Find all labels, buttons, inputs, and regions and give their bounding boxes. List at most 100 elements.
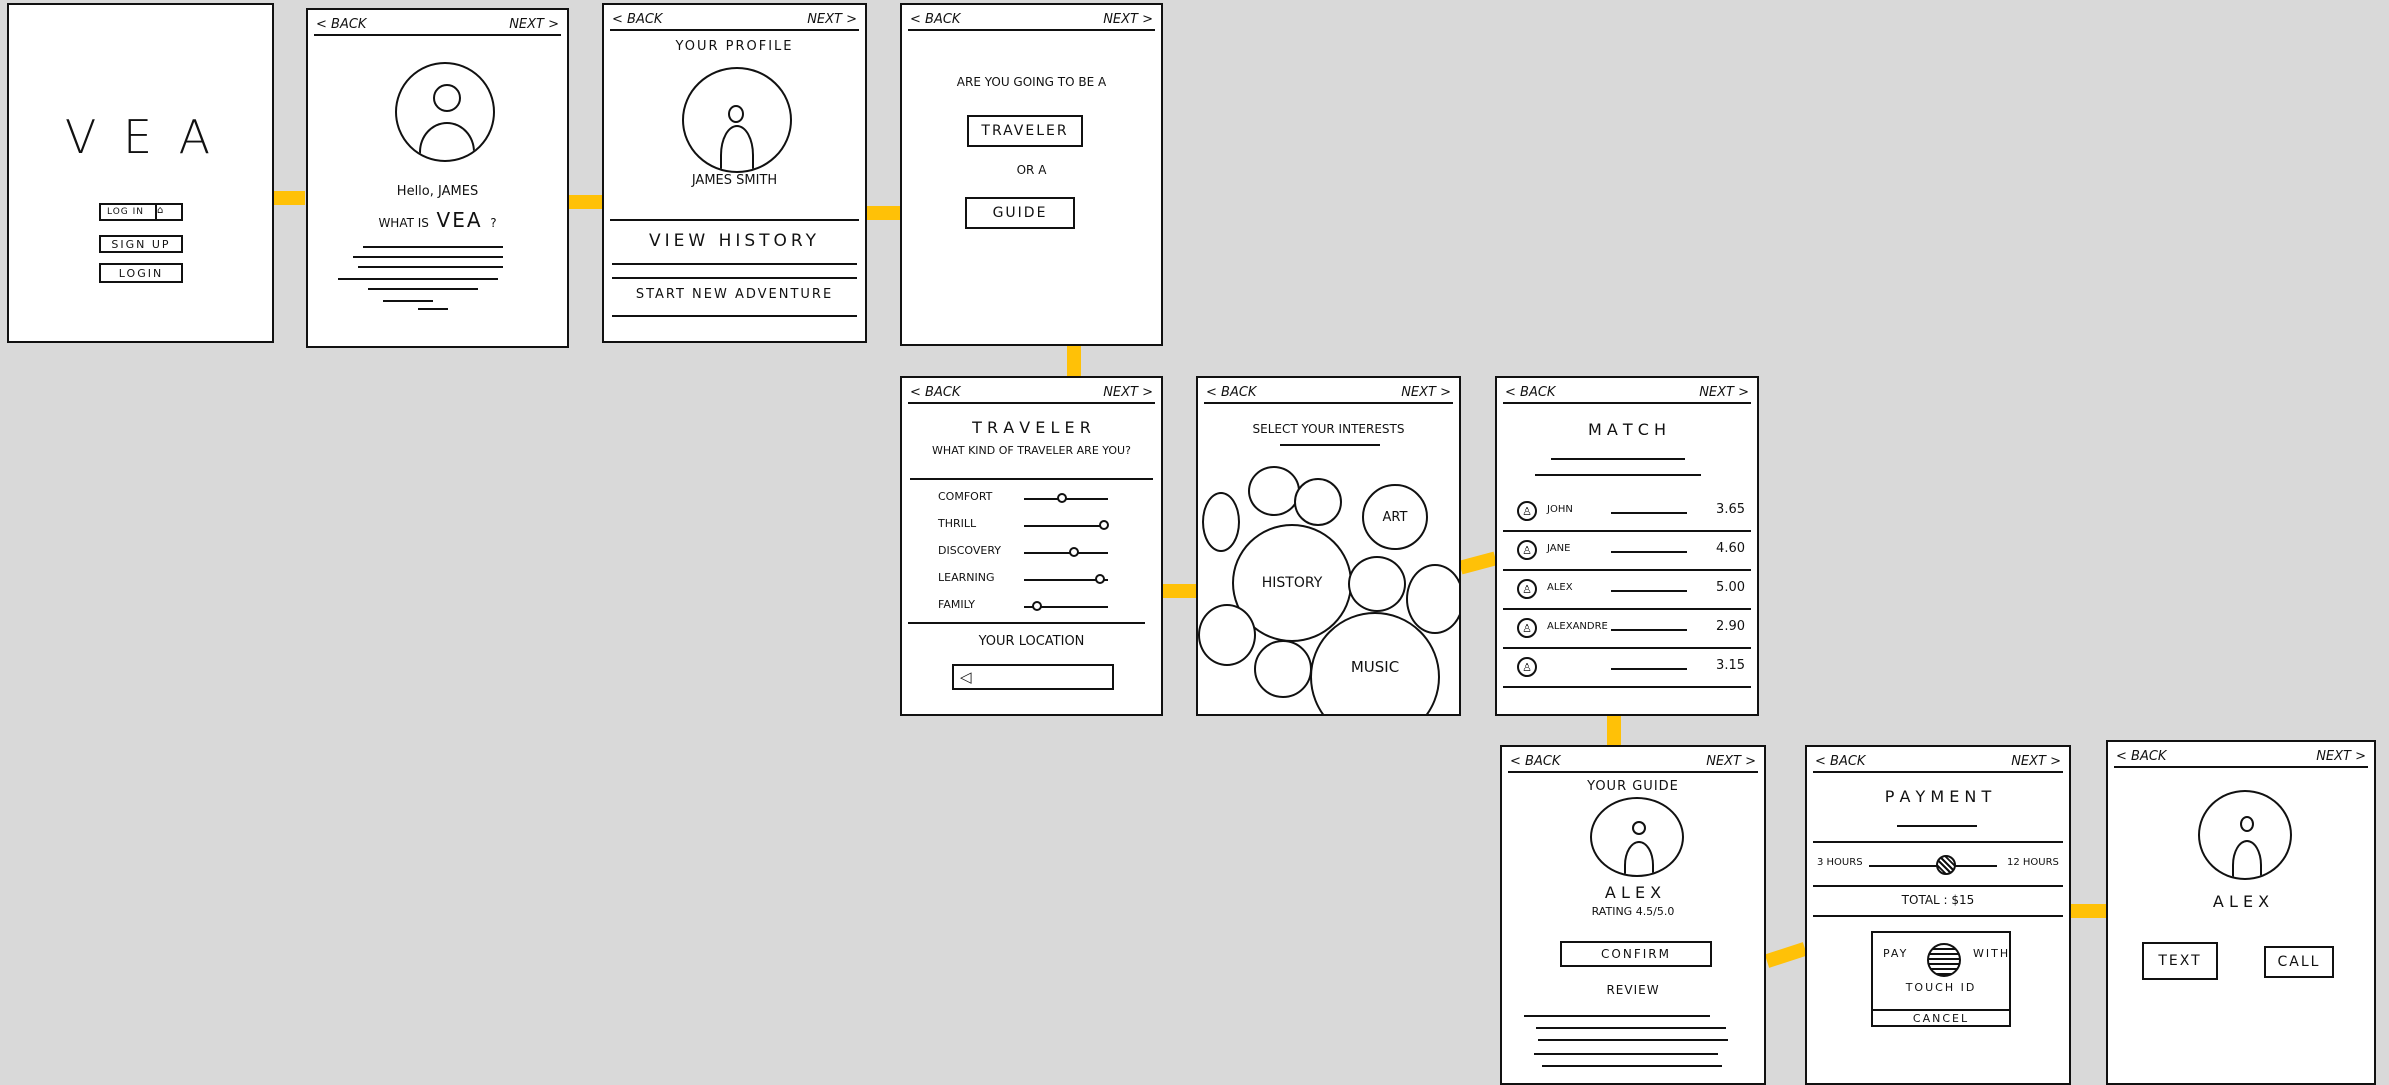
guide-button[interactable]: GUIDE (965, 197, 1075, 229)
match-name: JOHN (1547, 504, 1573, 515)
next-link[interactable]: NEXT > (1704, 754, 1758, 769)
person-icon: ♙ (1517, 618, 1537, 638)
guide-name: A L E X (1604, 883, 1662, 902)
slider-knob[interactable] (1098, 520, 1109, 530)
screen-payment: < BACK NEXT > P A Y M E N T 3 HOURS 12 H… (1805, 745, 2071, 1085)
what-is-question: WHAT IS VEA ? (378, 208, 497, 232)
fingerprint-icon[interactable] (1927, 943, 1961, 977)
text-scribble (363, 246, 503, 248)
traveler-subtitle: WHAT KIND OF TRAVELER ARE YOU? (932, 444, 1131, 457)
person-icon: ♙ (1517, 540, 1537, 560)
interest-bubble[interactable] (1348, 556, 1406, 612)
preference-slider[interactable] (1024, 525, 1108, 527)
login-small-button[interactable]: LOG IN ⌂ (99, 203, 183, 221)
nav-bar: < BACK NEXT > (1813, 751, 2063, 773)
flow-connector (568, 195, 602, 209)
next-link[interactable]: NEXT > (1697, 385, 1751, 400)
back-link[interactable]: < BACK (908, 12, 962, 27)
divider (612, 263, 857, 265)
text-scribble (1535, 474, 1701, 476)
match-scribble (1611, 629, 1687, 631)
interest-bubble[interactable] (1406, 564, 1459, 634)
flow-connector (1458, 551, 1498, 575)
call-button[interactable]: CALL (2264, 946, 2334, 978)
interest-bubble[interactable] (1254, 640, 1312, 698)
location-input[interactable]: ◁ (952, 664, 1114, 690)
divider (908, 622, 1145, 624)
next-link[interactable]: NEXT > (1101, 385, 1155, 400)
back-link[interactable]: < BACK (1503, 385, 1557, 400)
text-button[interactable]: TEXT (2142, 942, 2218, 980)
match-row[interactable]: ♙ 3.15 (1503, 648, 1751, 688)
back-link[interactable]: < BACK (908, 385, 962, 400)
sign-up-button[interactable]: SIGN UP (99, 235, 183, 253)
greeting-text: Hello, JAMES (396, 184, 479, 199)
interest-bubble[interactable] (1294, 478, 1342, 526)
interest-bubble-art[interactable]: ART (1362, 484, 1428, 550)
nav-bar: < BACK NEXT > (908, 9, 1155, 31)
nav-bar: < BACK NEXT > (1503, 382, 1751, 404)
text-scribble (1551, 458, 1685, 460)
back-link[interactable]: < BACK (610, 12, 664, 27)
match-row[interactable]: ♙ JANE 4.60 (1503, 531, 1751, 571)
match-row[interactable]: ♙ JOHN 3.65 (1503, 492, 1751, 532)
start-adventure-link[interactable]: START NEW ADVENTURE (604, 287, 865, 302)
interest-bubble[interactable] (1202, 492, 1240, 552)
guide-avatar (1590, 797, 1684, 877)
user-avatar (395, 62, 495, 162)
back-link[interactable]: < BACK (314, 17, 368, 32)
duration-slider[interactable] (1869, 865, 1997, 867)
guide-name: A L E X (2212, 892, 2270, 911)
divider (610, 219, 859, 221)
text-scribble (358, 266, 503, 268)
back-link[interactable]: < BACK (1204, 385, 1258, 400)
next-link[interactable]: NEXT > (1399, 385, 1453, 400)
touch-id-dialog: PAY WITH TOUCH ID (1871, 931, 2011, 1011)
cancel-button[interactable]: CANCEL (1871, 1009, 2011, 1027)
match-name: ALEXANDRE (1547, 621, 1608, 632)
login-button[interactable]: LOGIN (99, 263, 183, 283)
slider-label: FAMILY (938, 598, 975, 611)
next-link[interactable]: NEXT > (2009, 754, 2063, 769)
next-link[interactable]: NEXT > (1101, 12, 1155, 27)
divider (1280, 444, 1380, 446)
match-scribble (1611, 512, 1687, 514)
slider-knob[interactable] (1069, 547, 1080, 557)
match-name: JANE (1547, 543, 1571, 554)
fingerprint-icon: ⌂ (155, 205, 175, 219)
view-history-link[interactable]: VIEW HISTORY (604, 231, 865, 251)
interest-bubble[interactable] (1248, 466, 1300, 516)
screen-your-guide: < BACK NEXT > YOUR GUIDE A L E X RATING … (1500, 745, 1766, 1085)
review-scribble (1538, 1039, 1728, 1041)
next-link[interactable]: NEXT > (805, 12, 859, 27)
interest-bubble[interactable] (1198, 604, 1256, 666)
next-link[interactable]: NEXT > (507, 17, 561, 32)
screen-hello: < BACK NEXT > Hello, JAMES WHAT IS VEA ? (306, 8, 569, 348)
slider-label: DISCOVERY (938, 544, 1001, 557)
duration-slider-knob[interactable] (1935, 855, 1956, 875)
person-icon: ♙ (1517, 579, 1537, 599)
slider-knob[interactable] (1094, 574, 1105, 584)
confirm-button[interactable]: CONFIRM (1560, 941, 1712, 967)
back-link[interactable]: < BACK (1508, 754, 1562, 769)
match-row[interactable]: ♙ ALEX 5.00 (1503, 570, 1751, 610)
divider (1897, 825, 1977, 827)
flow-connector (866, 206, 902, 220)
min-hours-label: 3 HOURS (1817, 857, 1863, 868)
profile-name: JAMES SMITH (691, 173, 778, 188)
total-label: TOTAL : $15 (1901, 893, 1975, 907)
nav-bar: < BACK NEXT > (908, 382, 1155, 404)
back-link[interactable]: < BACK (1813, 754, 1867, 769)
guide-avatar (2198, 790, 2292, 880)
text-scribble (383, 300, 433, 302)
next-link[interactable]: NEXT > (2314, 749, 2368, 764)
match-row[interactable]: ♙ ALEXANDRE 2.90 (1503, 609, 1751, 649)
back-link[interactable]: < BACK (2114, 749, 2168, 764)
screen-traveler-prefs: < BACK NEXT > T R A V E L E R WHAT KIND … (900, 376, 1163, 716)
divider (1813, 915, 2063, 917)
preference-slider[interactable] (1024, 552, 1108, 554)
slider-knob[interactable] (1056, 493, 1067, 503)
traveler-button[interactable]: TRAVELER (967, 115, 1083, 147)
slider-knob[interactable] (1031, 601, 1042, 611)
match-title: M A T C H (1587, 420, 1667, 439)
